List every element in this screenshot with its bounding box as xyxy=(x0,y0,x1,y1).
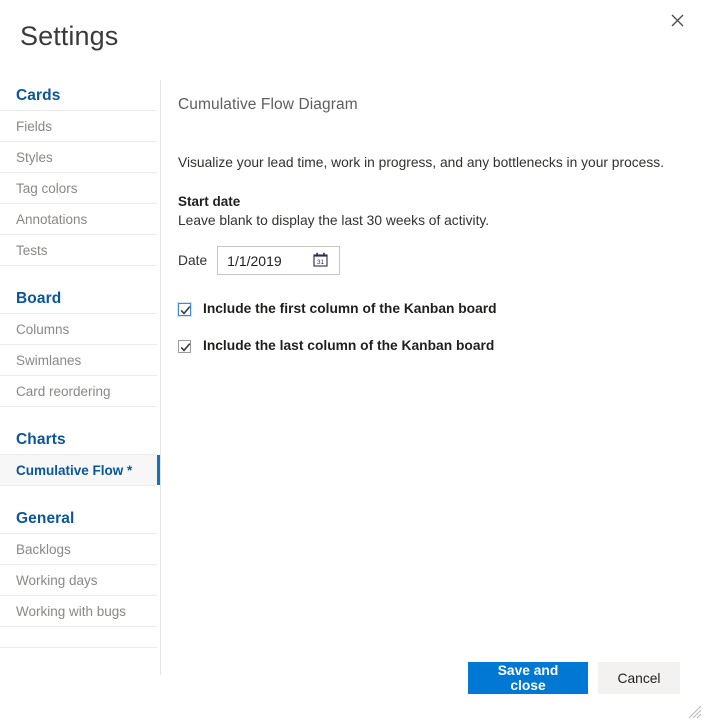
date-field-label: Date xyxy=(178,253,208,268)
sidebar-group-header-general: General xyxy=(0,503,157,534)
checkbox-row-include-first-column[interactable]: Include the first column of the Kanban b… xyxy=(178,301,683,317)
pane-title: Cumulative Flow Diagram xyxy=(178,96,358,113)
calendar-icon-day: 31 xyxy=(317,258,325,265)
sidebar-group-header-charts: Charts xyxy=(0,424,157,455)
checkbox-label: Include the last column of the Kanban bo… xyxy=(203,338,495,353)
sidebar-item-working-with-bugs[interactable]: Working with bugs xyxy=(0,596,157,627)
resize-grip-icon[interactable] xyxy=(688,705,702,719)
checkbox-include-first-column[interactable] xyxy=(178,302,191,316)
sidebar-group-header-board: Board xyxy=(0,283,157,314)
cancel-button[interactable]: Cancel xyxy=(598,662,680,694)
date-picker[interactable]: 31 xyxy=(217,246,341,275)
sidebar-item-styles[interactable]: Styles xyxy=(0,142,157,173)
start-date-label: Start date xyxy=(178,194,241,209)
checkbox-list: Include the first column of the Kanban b… xyxy=(178,301,683,354)
sidebar-item-fields[interactable]: Fields xyxy=(0,111,157,142)
page-title: Settings xyxy=(20,21,119,51)
settings-main-panel: Cumulative Flow Diagram Visualize your l… xyxy=(178,80,683,354)
sidebar-item-working-days[interactable]: Working days xyxy=(0,565,157,596)
checkmark-icon xyxy=(180,305,191,315)
sidebar-item-swimlanes[interactable]: Swimlanes xyxy=(0,345,157,376)
sidebar-item-cumulative-flow[interactable]: Cumulative Flow * xyxy=(0,455,161,486)
date-row: Date 31 xyxy=(178,246,683,275)
checkbox-include-last-column[interactable] xyxy=(178,339,191,353)
date-input[interactable] xyxy=(218,247,308,274)
dialog-footer: Save and close Cancel xyxy=(0,650,704,721)
calendar-icon: 31 xyxy=(313,252,328,270)
start-date-hint: Leave blank to display the last 30 weeks… xyxy=(178,213,490,228)
sidebar-item-card-reordering[interactable]: Card reordering xyxy=(0,376,157,407)
sidebar-divider xyxy=(160,80,161,675)
dialog-body: Cards Fields Styles Tag colors Annotations Te… xyxy=(0,80,704,675)
sidebar-group-header-cards: Cards xyxy=(0,80,157,111)
checkbox-label: Include the first column of the Kanban b… xyxy=(203,301,497,316)
sidebar-item-tag-colors[interactable]: Tag colors xyxy=(0,173,157,204)
settings-sidebar: Cards Fields Styles Tag colors Annotations Te… xyxy=(0,80,161,648)
close-button[interactable] xyxy=(660,5,694,35)
save-and-close-button[interactable]: Save and close xyxy=(468,662,588,694)
sidebar-item-tests[interactable]: Tests xyxy=(0,235,157,266)
checkbox-row-include-last-column[interactable]: Include the last column of the Kanban bo… xyxy=(178,338,683,354)
pane-description: Visualize your lead time, work in progre… xyxy=(178,155,664,170)
sidebar-item-backlogs[interactable]: Backlogs xyxy=(0,534,157,565)
sidebar-item-columns[interactable]: Columns xyxy=(0,314,157,345)
footer-actions: Save and close Cancel xyxy=(468,662,680,694)
sidebar-item-annotations[interactable]: Annotations xyxy=(0,204,157,235)
checkmark-icon xyxy=(180,342,191,352)
calendar-button[interactable]: 31 xyxy=(307,247,333,274)
close-x-icon xyxy=(671,14,684,27)
